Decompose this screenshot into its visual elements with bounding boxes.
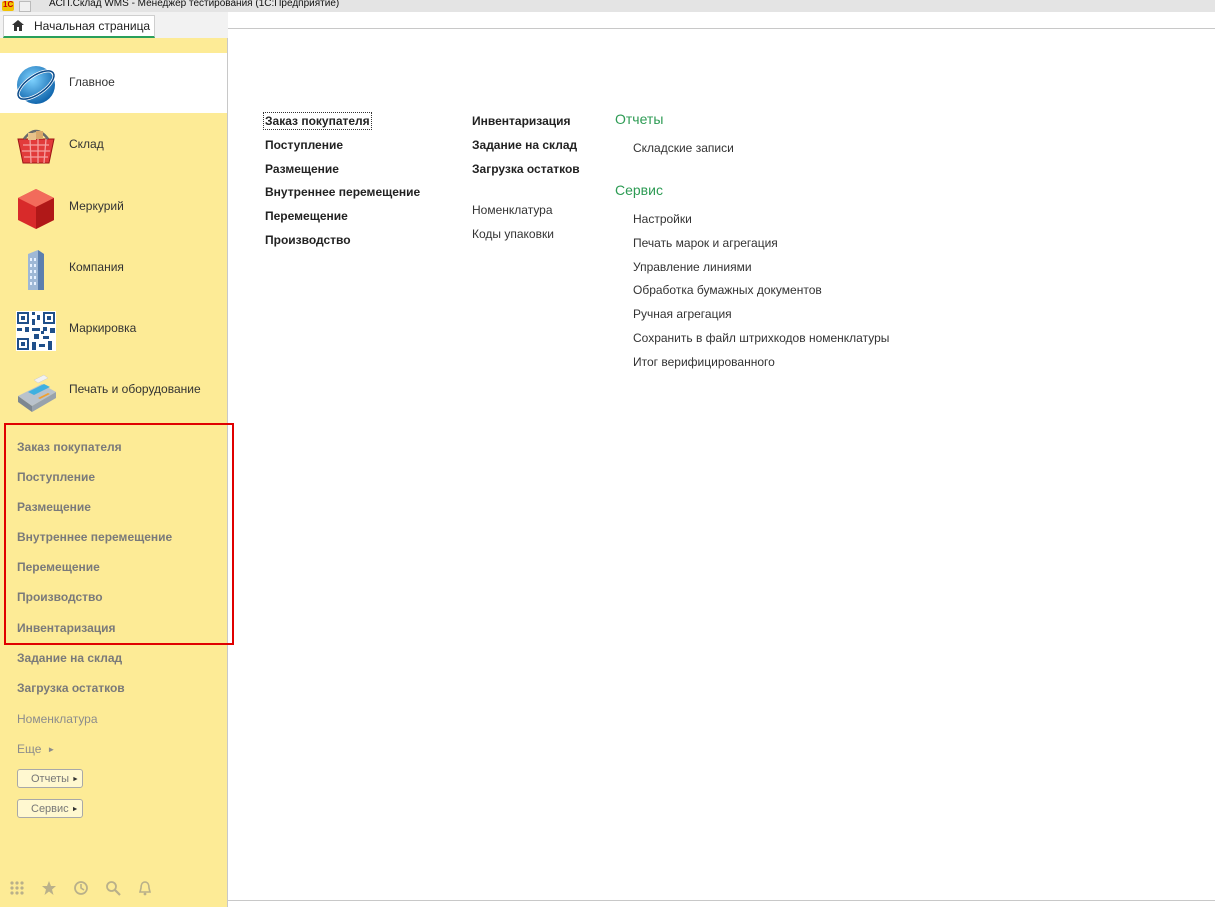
printer-icon	[18, 374, 56, 412]
content-area	[228, 28, 1215, 901]
window-title: АСП.Склад WMS - Менеджер тестирования (1…	[49, 0, 340, 9]
section-marking[interactable]: Маркировка	[0, 299, 227, 359]
reports-button[interactable]: Отчеты ►	[17, 769, 83, 788]
link-nomenclature[interactable]: Номенклатура	[472, 203, 553, 217]
service-button[interactable]: Сервис ►	[17, 799, 83, 818]
nav-item-warehouse-task[interactable]: Задание на склад	[17, 651, 122, 665]
main-menu-button[interactable]	[19, 1, 31, 12]
section-label: Компания	[69, 260, 124, 274]
globe-icon	[16, 66, 56, 104]
app-logo-icon	[2, 0, 14, 11]
section-printing[interactable]: Печать и оборудование	[0, 360, 227, 420]
service-button-label: Сервис	[31, 803, 69, 815]
link-load-balances[interactable]: Загрузка остатков	[472, 162, 580, 176]
window-title-bar: АСП.Склад WMS - Менеджер тестирования (1…	[0, 0, 1215, 12]
section-main[interactable]: Главное	[0, 53, 227, 113]
more-link[interactable]: Еще ►	[17, 742, 55, 756]
link-warehouse-records[interactable]: Складские записи	[633, 141, 734, 155]
link-receipt[interactable]: Поступление	[265, 138, 343, 152]
section-label: Главное	[69, 75, 115, 89]
reports-button-label: Отчеты	[31, 773, 70, 785]
home-icon	[12, 20, 24, 31]
section-label: Меркурий	[69, 199, 124, 213]
nav-item-load-balances[interactable]: Загрузка остатков	[17, 681, 125, 695]
link-print-marks[interactable]: Печать марок и агрегация	[633, 236, 778, 250]
service-header: Сервис	[615, 182, 663, 198]
section-warehouse[interactable]: Склад	[0, 115, 227, 175]
section-company[interactable]: Компания	[0, 238, 227, 298]
cube-icon	[18, 189, 54, 229]
star-icon[interactable]	[41, 880, 57, 896]
search-icon[interactable]	[105, 880, 121, 896]
history-icon[interactable]	[73, 880, 89, 896]
highlight-box	[4, 423, 234, 645]
link-move[interactable]: Перемещение	[265, 209, 348, 223]
link-warehouse-task[interactable]: Задание на склад	[472, 138, 577, 152]
section-label: Склад	[69, 137, 104, 151]
tab-home[interactable]: Начальная страница	[3, 15, 155, 38]
link-package-codes[interactable]: Коды упаковки	[472, 227, 554, 241]
building-icon	[28, 250, 44, 290]
link-verified-total[interactable]: Итог верифицированного	[633, 355, 775, 369]
more-label: Еще	[17, 742, 42, 756]
tab-home-label: Начальная страница	[34, 19, 151, 33]
link-settings[interactable]: Настройки	[633, 212, 692, 226]
link-manual-aggregation[interactable]: Ручная агрегация	[633, 307, 732, 321]
section-label: Маркировка	[69, 321, 137, 335]
section-mercury[interactable]: Меркурий	[0, 177, 227, 237]
chevron-right-icon: ►	[47, 745, 56, 754]
link-placement[interactable]: Размещение	[265, 162, 339, 176]
link-save-barcodes[interactable]: Сохранить в файл штрихкодов номенклатуры	[633, 331, 889, 345]
link-customer-order[interactable]: Заказ покупателя	[263, 112, 372, 130]
link-line-management[interactable]: Управление линиями	[633, 260, 752, 274]
link-inventory[interactable]: Инвентаризация	[472, 114, 571, 128]
qr-code-icon	[16, 311, 56, 351]
grid-menu-icon[interactable]	[9, 880, 25, 896]
link-internal-move[interactable]: Внутреннее перемещение	[265, 185, 420, 199]
bell-icon[interactable]	[137, 880, 153, 896]
link-production[interactable]: Производство	[265, 233, 351, 247]
sidebar-bottom-toolbar	[0, 872, 227, 904]
chevron-right-icon: ►	[71, 806, 79, 813]
status-divider	[228, 900, 1215, 901]
reports-header: Отчеты	[615, 111, 664, 127]
nav-item-nomenclature[interactable]: Номенклатура	[17, 712, 98, 726]
basket-icon	[17, 129, 55, 164]
chevron-right-icon: ►	[72, 776, 79, 783]
link-paper-docs[interactable]: Обработка бумажных документов	[633, 283, 822, 297]
section-label: Печать и оборудование	[69, 382, 201, 396]
